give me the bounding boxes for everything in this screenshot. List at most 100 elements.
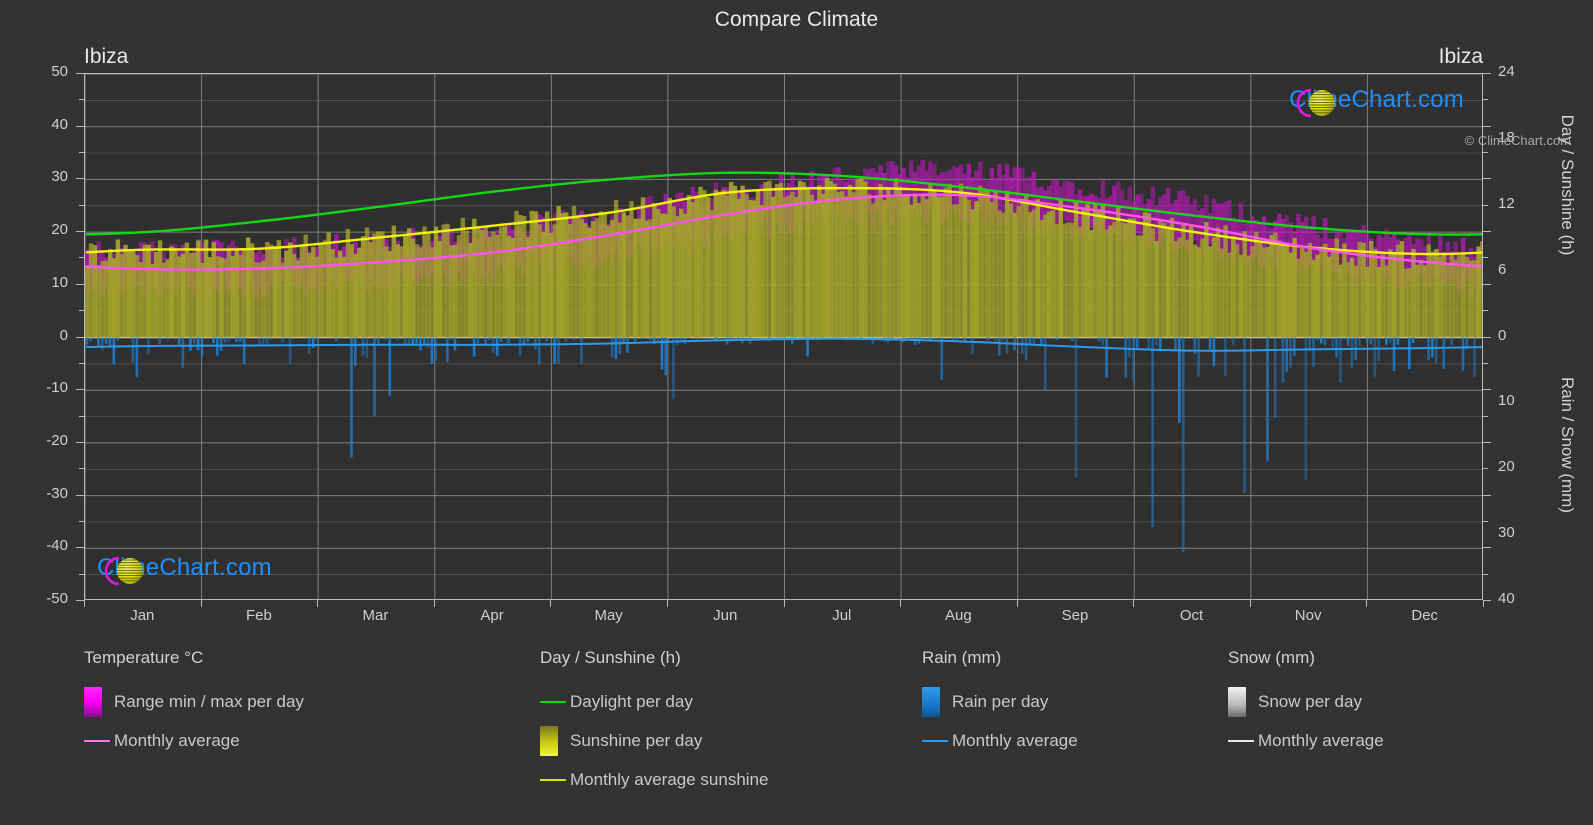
axis-tick-mark: [1483, 99, 1488, 101]
legend-heading: Snow (mm): [1228, 648, 1315, 667]
data-series-layer: [85, 159, 1482, 553]
legend-line: [922, 739, 948, 742]
legend-entry[interactable]: Rain per day: [922, 682, 1078, 721]
y-axis-left-tick-label: 40: [51, 115, 68, 133]
legend-line: [84, 739, 110, 742]
axis-tick-mark: [1483, 152, 1488, 154]
legend-line: [540, 700, 566, 703]
legend-line: [1228, 739, 1254, 742]
y-axis-right-bottom-tick-label: 40: [1498, 590, 1515, 607]
axis-tick-mark: [1483, 468, 1488, 470]
axis-tick-mark: [1249, 600, 1251, 607]
axis-tick-mark: [1483, 310, 1488, 312]
legend-swatch: [540, 725, 558, 756]
axis-tick-mark: [433, 600, 435, 607]
axis-tick-mark: [84, 600, 85, 607]
x-axis-tick-label: May: [594, 607, 623, 624]
y-axis-left-tick-label: -50: [46, 590, 68, 607]
legend-column: Rain (mm) Rain per day Monthly average: [922, 648, 1078, 760]
axis-tick-mark: [1483, 283, 1491, 285]
axis-tick-mark: [1483, 494, 1491, 496]
axis-tick-mark: [1483, 204, 1488, 206]
legend-entry[interactable]: Monthly average: [84, 721, 304, 760]
axis-tick-mark: [1483, 441, 1491, 443]
y-axis-left-tick-label: 30: [51, 168, 68, 186]
x-axis-tick-label: Jun: [713, 607, 738, 624]
legend-swatch: [1228, 686, 1246, 717]
x-axis-tick-label: Sep: [1061, 607, 1089, 624]
legend-heading: Temperature °C: [84, 648, 204, 667]
chart-legend: Temperature °C Range min / max per day Mon…: [0, 648, 1593, 825]
axis-tick-mark: [1483, 600, 1484, 607]
location-label-left: Ibiza: [84, 45, 129, 68]
axis-tick-mark: [1366, 600, 1368, 607]
y-axis-left-tick-label: 10: [51, 273, 68, 291]
watermark-logo-top: ClimeChart.com: [1289, 86, 1464, 118]
axis-tick-mark: [76, 283, 84, 285]
legend-entry[interactable]: Monthly average sunshine: [540, 760, 768, 799]
axis-tick-mark: [200, 600, 202, 607]
axis-tick-mark: [1483, 231, 1491, 233]
legend-swatch: [922, 686, 940, 717]
axis-title-rain-snow: Rain / Snow (mm): [1558, 376, 1577, 514]
y-axis-left-tick-label: -20: [46, 431, 68, 449]
y-axis-right-top-tick-label: 0: [1498, 326, 1507, 344]
copyright-notice: © ClimeChart.com: [1464, 133, 1571, 148]
axis-title-day-sunshine: Day / Sunshine (h): [1558, 114, 1577, 256]
axis-tick-mark: [76, 178, 84, 180]
legend-entry[interactable]: Snow per day: [1228, 682, 1384, 721]
axis-tick-mark: [1483, 336, 1491, 338]
y-axis-right-bottom-tick-label: 20: [1498, 458, 1515, 476]
axis-tick-mark: [76, 125, 84, 127]
axis-tick-mark: [1483, 178, 1491, 180]
legend-entry[interactable]: Monthly average: [1228, 721, 1384, 760]
legend-line-marker: [1228, 739, 1258, 742]
legend-label: Snow per day: [1258, 691, 1362, 711]
plot-area: ClimeChart.com ClimeChart.com: [84, 73, 1483, 600]
x-axis-tick-label: Jan: [130, 607, 155, 624]
legend-column: Snow (mm) Snow per day Monthly average: [1228, 648, 1384, 760]
axis-tick-mark: [1483, 415, 1488, 417]
legend-entry[interactable]: Monthly average: [922, 721, 1078, 760]
legend-heading: Day / Sunshine (h): [540, 648, 681, 667]
legend-label: Sunshine per day: [570, 730, 703, 750]
y-axis-left-tick-label: 20: [51, 221, 68, 239]
y-axis-left-tick-label: -10: [46, 379, 68, 397]
legend-line-marker: [84, 739, 114, 742]
axis-tick-mark: [1483, 389, 1491, 391]
legend-entry[interactable]: Range min / max per day: [84, 682, 304, 721]
x-axis-tick-label: Feb: [245, 607, 272, 624]
x-axis-tick-label: Aug: [945, 607, 972, 624]
axis-tick-mark: [1483, 600, 1491, 601]
legend-label: Monthly average: [114, 730, 240, 750]
y-axis-left-tick-label: 0: [59, 326, 68, 344]
axis-tick-mark: [317, 600, 319, 607]
legend-line-marker: [540, 778, 570, 781]
page-title: Compare Climate: [714, 8, 879, 31]
legend-swatch: [84, 686, 102, 717]
y-axis-right-bottom-tick-label: 10: [1498, 392, 1515, 410]
x-axis-tick-label: Dec: [1411, 607, 1439, 624]
axis-tick-mark: [76, 73, 84, 74]
axis-tick-mark: [1483, 520, 1488, 522]
y-axis-right-bottom-tick-label: 30: [1498, 524, 1515, 542]
x-axis-tick-label: Apr: [480, 607, 504, 624]
axis-tick-mark: [783, 600, 785, 607]
x-axis-tick-label: Jul: [832, 607, 852, 624]
axis-tick-mark: [1483, 73, 1491, 74]
legend-entry[interactable]: Sunshine per day: [540, 721, 768, 760]
axis-tick-mark: [666, 600, 668, 607]
x-axis-tick-label: Oct: [1179, 607, 1204, 624]
axis-tick-mark: [76, 547, 84, 549]
legend-label: Range min / max per day: [114, 691, 304, 711]
legend-label: Rain per day: [952, 691, 1049, 711]
y-axis-right-top-tick-label: 12: [1498, 194, 1515, 212]
axis-tick-mark: [1483, 547, 1491, 549]
axis-tick-mark: [76, 389, 84, 391]
axis-tick-mark: [76, 494, 84, 496]
x-axis-tick-label: Mar: [362, 607, 389, 624]
legend-line-marker: [540, 700, 570, 703]
legend-entry[interactable]: Daylight per day: [540, 682, 768, 721]
axis-tick-mark: [76, 441, 84, 443]
y-axis-right-top-tick-label: 24: [1498, 63, 1515, 80]
